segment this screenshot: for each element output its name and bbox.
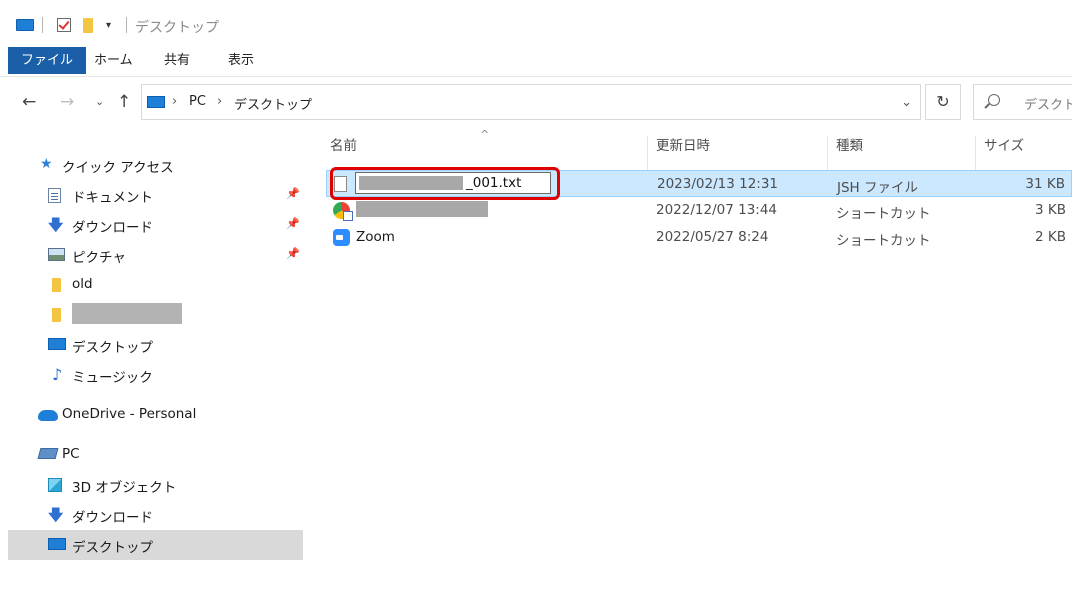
breadcrumb-pc[interactable]: PC	[189, 94, 206, 109]
pin-icon[interactable]: 📌	[286, 247, 300, 260]
file-type: ショートカット	[836, 233, 931, 249]
toolbar-separator	[126, 17, 127, 33]
navigation-pane: ★ クイック アクセス ドキュメント 📌 🡇 ダウンロード 📌 ピクチャ 📌 o…	[0, 140, 310, 589]
star-icon: ★	[40, 156, 53, 172]
sidebar-item-redacted-folder[interactable]	[8, 300, 303, 330]
sidebar-item-label: ダウンロード	[72, 220, 153, 236]
pc-icon	[37, 448, 59, 459]
download-icon: 🡇	[48, 506, 64, 524]
address-history-chevron-down-icon[interactable]: ⌄	[901, 95, 912, 110]
search-input[interactable]: デスクトッ	[973, 84, 1072, 120]
column-header-date-modified[interactable]: 更新日時	[648, 136, 828, 170]
file-date: 2022/05/27 8:24	[656, 229, 769, 245]
file-list: ^ 名前 更新日時 種類 サイズ _001.txt 2023/02/13 12:…	[322, 128, 1072, 589]
folder-icon	[52, 278, 61, 292]
file-size: 2 KB	[1035, 229, 1066, 245]
sidebar-item-label: old	[72, 276, 93, 292]
up-arrow-icon[interactable]: ↑	[117, 92, 131, 112]
file-type: JSH ファイル	[837, 180, 918, 196]
3d-objects-icon	[48, 478, 62, 492]
breadcrumb-desktop[interactable]: デスクトップ	[234, 94, 312, 113]
sidebar-item-desktop[interactable]: デスクトップ	[8, 330, 303, 360]
sidebar-item-onedrive[interactable]: OneDrive - Personal	[8, 400, 303, 430]
title-bar: ▾ デスクトップ	[0, 0, 1072, 44]
recent-locations-chevron-down-icon[interactable]: ⌄	[95, 95, 104, 108]
sidebar-item-label: ダウンロード	[72, 510, 153, 526]
column-header-size[interactable]: サイズ	[976, 136, 1072, 170]
file-type: ショートカット	[836, 206, 931, 222]
pin-icon[interactable]: 📌	[286, 217, 300, 230]
sidebar-item-label: クイック アクセス	[62, 160, 174, 176]
sidebar-item-pc-downloads[interactable]: 🡇 ダウンロード	[8, 500, 303, 530]
new-folder-icon[interactable]	[83, 18, 93, 33]
sidebar-item-label: ドキュメント	[72, 190, 153, 206]
shortcut-app-icon	[333, 202, 353, 221]
sidebar-item-label: OneDrive - Personal	[62, 406, 197, 422]
ribbon-tabs: ファイル ホーム 共有 表示	[0, 47, 1072, 77]
navigation-bar: ← → ⌄ ↑ › PC › デスクトップ ⌄ ↻ デスクトッ	[0, 84, 1072, 122]
sidebar-item-label: ピクチャ	[72, 250, 126, 266]
sidebar-item-label: PC	[62, 446, 80, 462]
sidebar-item-old[interactable]: old	[8, 270, 303, 300]
chevron-right-icon[interactable]: ›	[172, 94, 177, 109]
file-size: 3 KB	[1035, 202, 1066, 218]
chevron-right-icon[interactable]: ›	[217, 94, 222, 109]
tab-view[interactable]: 表示	[215, 47, 267, 74]
forward-arrow-icon[interactable]: →	[60, 92, 74, 112]
customize-toolbar-dropdown-icon[interactable]: ▾	[106, 20, 111, 31]
pc-icon	[147, 96, 165, 108]
sidebar-item-label: デスクトップ	[72, 340, 153, 356]
sidebar-item-3d-objects[interactable]: 3D オブジェクト	[8, 470, 303, 500]
desktop-icon	[48, 338, 66, 350]
sidebar-item-label: 3D オブジェクト	[72, 480, 177, 496]
tab-home[interactable]: ホーム	[81, 47, 146, 74]
tab-file[interactable]: ファイル	[8, 47, 87, 74]
sidebar-item-downloads[interactable]: 🡇 ダウンロード 📌	[8, 210, 303, 240]
refresh-button[interactable]: ↻	[925, 84, 961, 120]
tab-share[interactable]: 共有	[151, 47, 203, 74]
file-size: 31 KB	[1025, 176, 1065, 192]
desktop-icon	[48, 538, 66, 550]
sidebar-item-documents[interactable]: ドキュメント 📌	[8, 180, 303, 210]
file-name: Zoom	[356, 229, 395, 245]
table-row[interactable]: 2022/12/07 13:44 ショートカット 3 KB	[326, 197, 1072, 224]
file-date: 2023/02/13 12:31	[657, 176, 779, 192]
sidebar-item-music[interactable]: ♪ ミュージック	[8, 360, 303, 390]
column-header-type[interactable]: 種類	[828, 136, 976, 170]
pictures-icon	[48, 248, 65, 261]
properties-check-icon[interactable]	[57, 18, 71, 32]
sidebar-item-pictures[interactable]: ピクチャ 📌	[8, 240, 303, 270]
sidebar-item-quick-access[interactable]: ★ クイック アクセス	[8, 150, 303, 180]
search-placeholder: デスクトッ	[1024, 98, 1072, 113]
pin-icon[interactable]: 📌	[286, 187, 300, 200]
redacted-label	[72, 303, 182, 324]
highlight-outline	[330, 167, 560, 200]
window-title: デスクトップ	[135, 20, 219, 36]
zoom-icon	[333, 229, 350, 246]
sidebar-item-label: デスクトップ	[72, 540, 153, 556]
table-row[interactable]: Zoom 2022/05/27 8:24 ショートカット 2 KB	[326, 224, 1072, 251]
document-icon	[48, 188, 61, 203]
back-arrow-icon[interactable]: ←	[22, 92, 36, 112]
onedrive-cloud-icon	[38, 410, 58, 421]
download-icon: 🡇	[48, 216, 64, 234]
pc-icon	[16, 19, 34, 31]
file-date: 2022/12/07 13:44	[656, 202, 778, 218]
toolbar-separator	[42, 17, 43, 33]
sidebar-item-label: ミュージック	[72, 370, 153, 386]
column-header-name[interactable]: 名前	[322, 136, 648, 170]
music-note-icon: ♪	[52, 365, 63, 384]
sidebar-item-pc-desktop[interactable]: デスクトップ	[8, 530, 303, 560]
folder-icon	[52, 308, 61, 322]
table-row[interactable]: _001.txt 2023/02/13 12:31 JSH ファイル 31 KB	[326, 167, 1072, 200]
sidebar-item-pc[interactable]: PC	[8, 440, 303, 470]
search-icon	[988, 94, 1000, 106]
address-bar[interactable]: › PC › デスクトップ ⌄	[141, 84, 921, 120]
redacted-filename	[356, 201, 488, 217]
